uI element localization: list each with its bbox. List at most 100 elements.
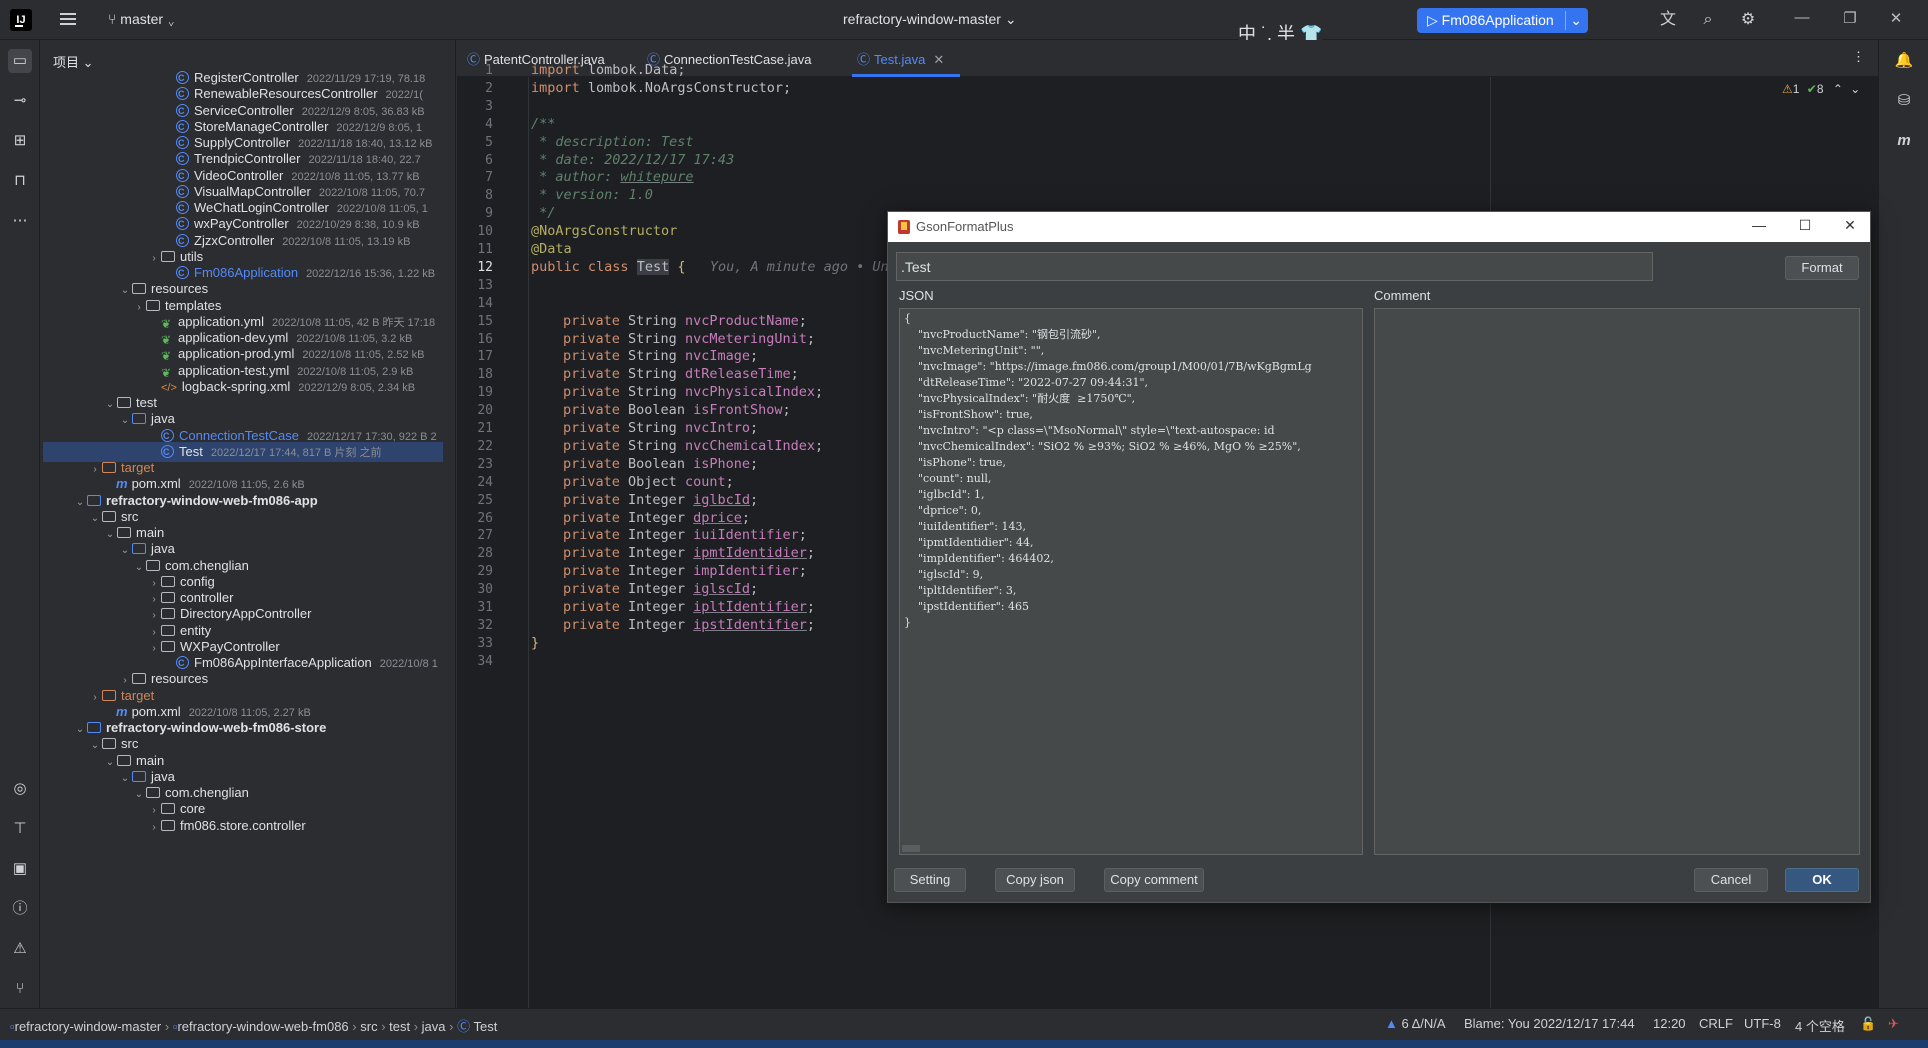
search-icon[interactable]: ⌕: [1698, 10, 1718, 30]
json-textarea[interactable]: { "nvcProductName": "钢包引流砂", "nvcMeterin…: [899, 308, 1363, 855]
git-blame-info[interactable]: Blame: You 2022/12/17 17:44: [1464, 1016, 1635, 1031]
gear-icon[interactable]: ⚙: [1738, 10, 1758, 30]
ok-button[interactable]: OK: [1785, 868, 1859, 892]
tree-item-label: entity: [180, 622, 212, 638]
problems-icon[interactable]: ⓘ: [8, 897, 32, 921]
main-menu-icon[interactable]: [58, 10, 78, 30]
chevron-down-icon[interactable]: ⌄: [118, 281, 132, 301]
breadcrumb-item[interactable]: test: [389, 1019, 410, 1034]
git-icon[interactable]: ⑂: [8, 977, 32, 1001]
breadcrumb-item[interactable]: src: [360, 1019, 377, 1034]
chevron-down-icon[interactable]: ⌄: [132, 558, 146, 578]
chevron-down-icon[interactable]: ⌄: [88, 736, 102, 756]
chevron-right-icon[interactable]: ›: [88, 460, 102, 480]
breadcrumb-item[interactable]: Test: [473, 1019, 497, 1034]
more-icon[interactable]: ⋯: [8, 209, 32, 233]
chevron-right-icon[interactable]: ›: [147, 818, 161, 838]
folder-icon: [161, 803, 175, 815]
chevron-right-icon[interactable]: ›: [147, 249, 161, 269]
database-icon[interactable]: ⛁: [1892, 89, 1916, 113]
taskbar-strip: [0, 1040, 1928, 1048]
close-button[interactable]: ✕: [1840, 217, 1860, 237]
file-encoding[interactable]: UTF-8: [1744, 1016, 1781, 1031]
tree-item-label: WXPayController: [180, 638, 280, 654]
json-line: "isPhone": true,: [904, 456, 1006, 469]
terminal-icon[interactable]: ▣: [8, 857, 32, 881]
branch-selector[interactable]: ⑂ master ⌄: [108, 11, 175, 27]
project-selector[interactable]: refractory-window-master ⌄: [843, 11, 1017, 28]
line-number: 11: [477, 242, 493, 257]
tree-item-meta: 2022/1(: [385, 89, 423, 102]
problems-indicator[interactable]: ▲ 6 Δ/N/A: [1385, 1016, 1446, 1031]
build-icon[interactable]: ⊤: [8, 817, 32, 841]
breadcrumb-item[interactable]: java: [422, 1019, 446, 1034]
tree-item[interactable]: › fm086.store.controller: [147, 816, 305, 838]
line-number: 31: [477, 600, 493, 615]
chevron-down-icon[interactable]: ⌄: [118, 541, 132, 561]
structure-icon[interactable]: ⊞: [8, 129, 32, 153]
cancel-button[interactable]: Cancel: [1694, 868, 1768, 892]
comment-textarea[interactable]: [1374, 308, 1860, 855]
class-name-input[interactable]: [896, 252, 1653, 281]
horizontal-scrollbar[interactable]: [902, 845, 920, 852]
run-configuration-button[interactable]: ▷ Fm086Application ⌄: [1417, 8, 1588, 33]
chevron-down-icon[interactable]: ⌄: [103, 525, 117, 545]
tree-item-meta: 2022/11/29 17:19, 78.18: [306, 73, 426, 85]
plugin-icon[interactable]: ✈: [1888, 1016, 1899, 1032]
chevron-down-icon[interactable]: ⌄: [73, 720, 87, 740]
chevron-down-icon[interactable]: ⌄: [73, 493, 87, 513]
chevron-right-icon[interactable]: ›: [88, 688, 102, 708]
folder-icon: [161, 250, 175, 262]
format-button[interactable]: Format: [1785, 256, 1859, 280]
chevron-down-icon[interactable]: ⌄: [1570, 8, 1582, 33]
translate-icon[interactable]: 文: [1658, 10, 1678, 30]
line-number: 32: [477, 617, 493, 633]
chevron-down-icon[interactable]: ⌄: [88, 509, 102, 529]
breadcrumb-item[interactable]: refractory-window-master: [15, 1019, 162, 1034]
lock-icon[interactable]: 🔓: [1860, 1016, 1876, 1032]
close-button[interactable]: ✕: [1886, 9, 1906, 29]
bookmark-icon[interactable]: ⊓: [8, 169, 32, 193]
tab-options-icon[interactable]: ⋮: [1852, 49, 1865, 65]
close-tab-icon[interactable]: ✕: [933, 52, 944, 67]
line-number: 16: [477, 331, 493, 347]
chevron-right-icon[interactable]: ›: [147, 639, 161, 659]
warning-icon[interactable]: ⚠: [8, 937, 32, 961]
chevron-up-icon[interactable]: ⌃: [1833, 82, 1843, 96]
folder-icon: [117, 754, 131, 766]
setting-button[interactable]: Setting: [894, 868, 966, 892]
copy-comment-button[interactable]: Copy comment: [1104, 868, 1204, 892]
chevron-right-icon[interactable]: ›: [132, 298, 146, 318]
intellij-logo-icon[interactable]: IJ: [10, 9, 32, 31]
indent-setting[interactable]: 4 个空格: [1795, 1016, 1845, 1035]
source-folder-icon: [132, 770, 146, 782]
folder-icon[interactable]: ▭: [8, 49, 32, 73]
restore-button[interactable]: ❐: [1840, 9, 1860, 29]
tree-item[interactable]: </> logback-spring.xml 2022/12/9 8:05, 2.3…: [147, 377, 415, 397]
json-line: "ipmtIdentidier": 44,: [904, 536, 1034, 549]
services-icon[interactable]: ◎: [8, 777, 32, 801]
chevron-down-icon[interactable]: ⌄: [103, 753, 117, 773]
caret-position[interactable]: 12:20: [1653, 1016, 1686, 1031]
minimize-button[interactable]: —: [1792, 9, 1812, 29]
breadcrumb-item[interactable]: refractory-window-web-fm086: [177, 1019, 348, 1034]
tree-item-meta: 2022/10/8 11:05, 2.27 kB: [188, 706, 311, 719]
code-line: private String nvcImage;: [563, 348, 759, 365]
maximize-button[interactable]: ☐: [1795, 217, 1815, 237]
project-panel-header[interactable]: 项目 ⌄: [53, 52, 94, 71]
copy-json-button[interactable]: Copy json: [995, 868, 1075, 892]
tab-test-java[interactable]: Ⓒ Test.java ✕: [857, 49, 944, 68]
chevron-down-icon[interactable]: ⌄: [1850, 82, 1860, 96]
chevron-down-icon[interactable]: ⌄: [103, 395, 117, 415]
chevron-down-icon[interactable]: ⌄: [118, 411, 132, 431]
code-line: import lombok.Data;: [531, 62, 686, 78]
inspection-widget[interactable]: ⚠1 ✔8 ⌃ ⌄: [1782, 82, 1860, 96]
notifications-icon[interactable]: 🔔: [1892, 49, 1916, 73]
line-separator[interactable]: CRLF: [1699, 1016, 1733, 1031]
maven-icon[interactable]: m: [1892, 129, 1916, 153]
tree-item-meta: 2022/10/8 11:05, 13.19 kB: [282, 235, 411, 248]
chevron-down-icon[interactable]: ⌄: [118, 769, 132, 789]
minimize-button[interactable]: —: [1749, 217, 1769, 237]
chevron-down-icon[interactable]: ⌄: [132, 785, 146, 805]
commit-icon[interactable]: ⊸: [8, 89, 32, 113]
